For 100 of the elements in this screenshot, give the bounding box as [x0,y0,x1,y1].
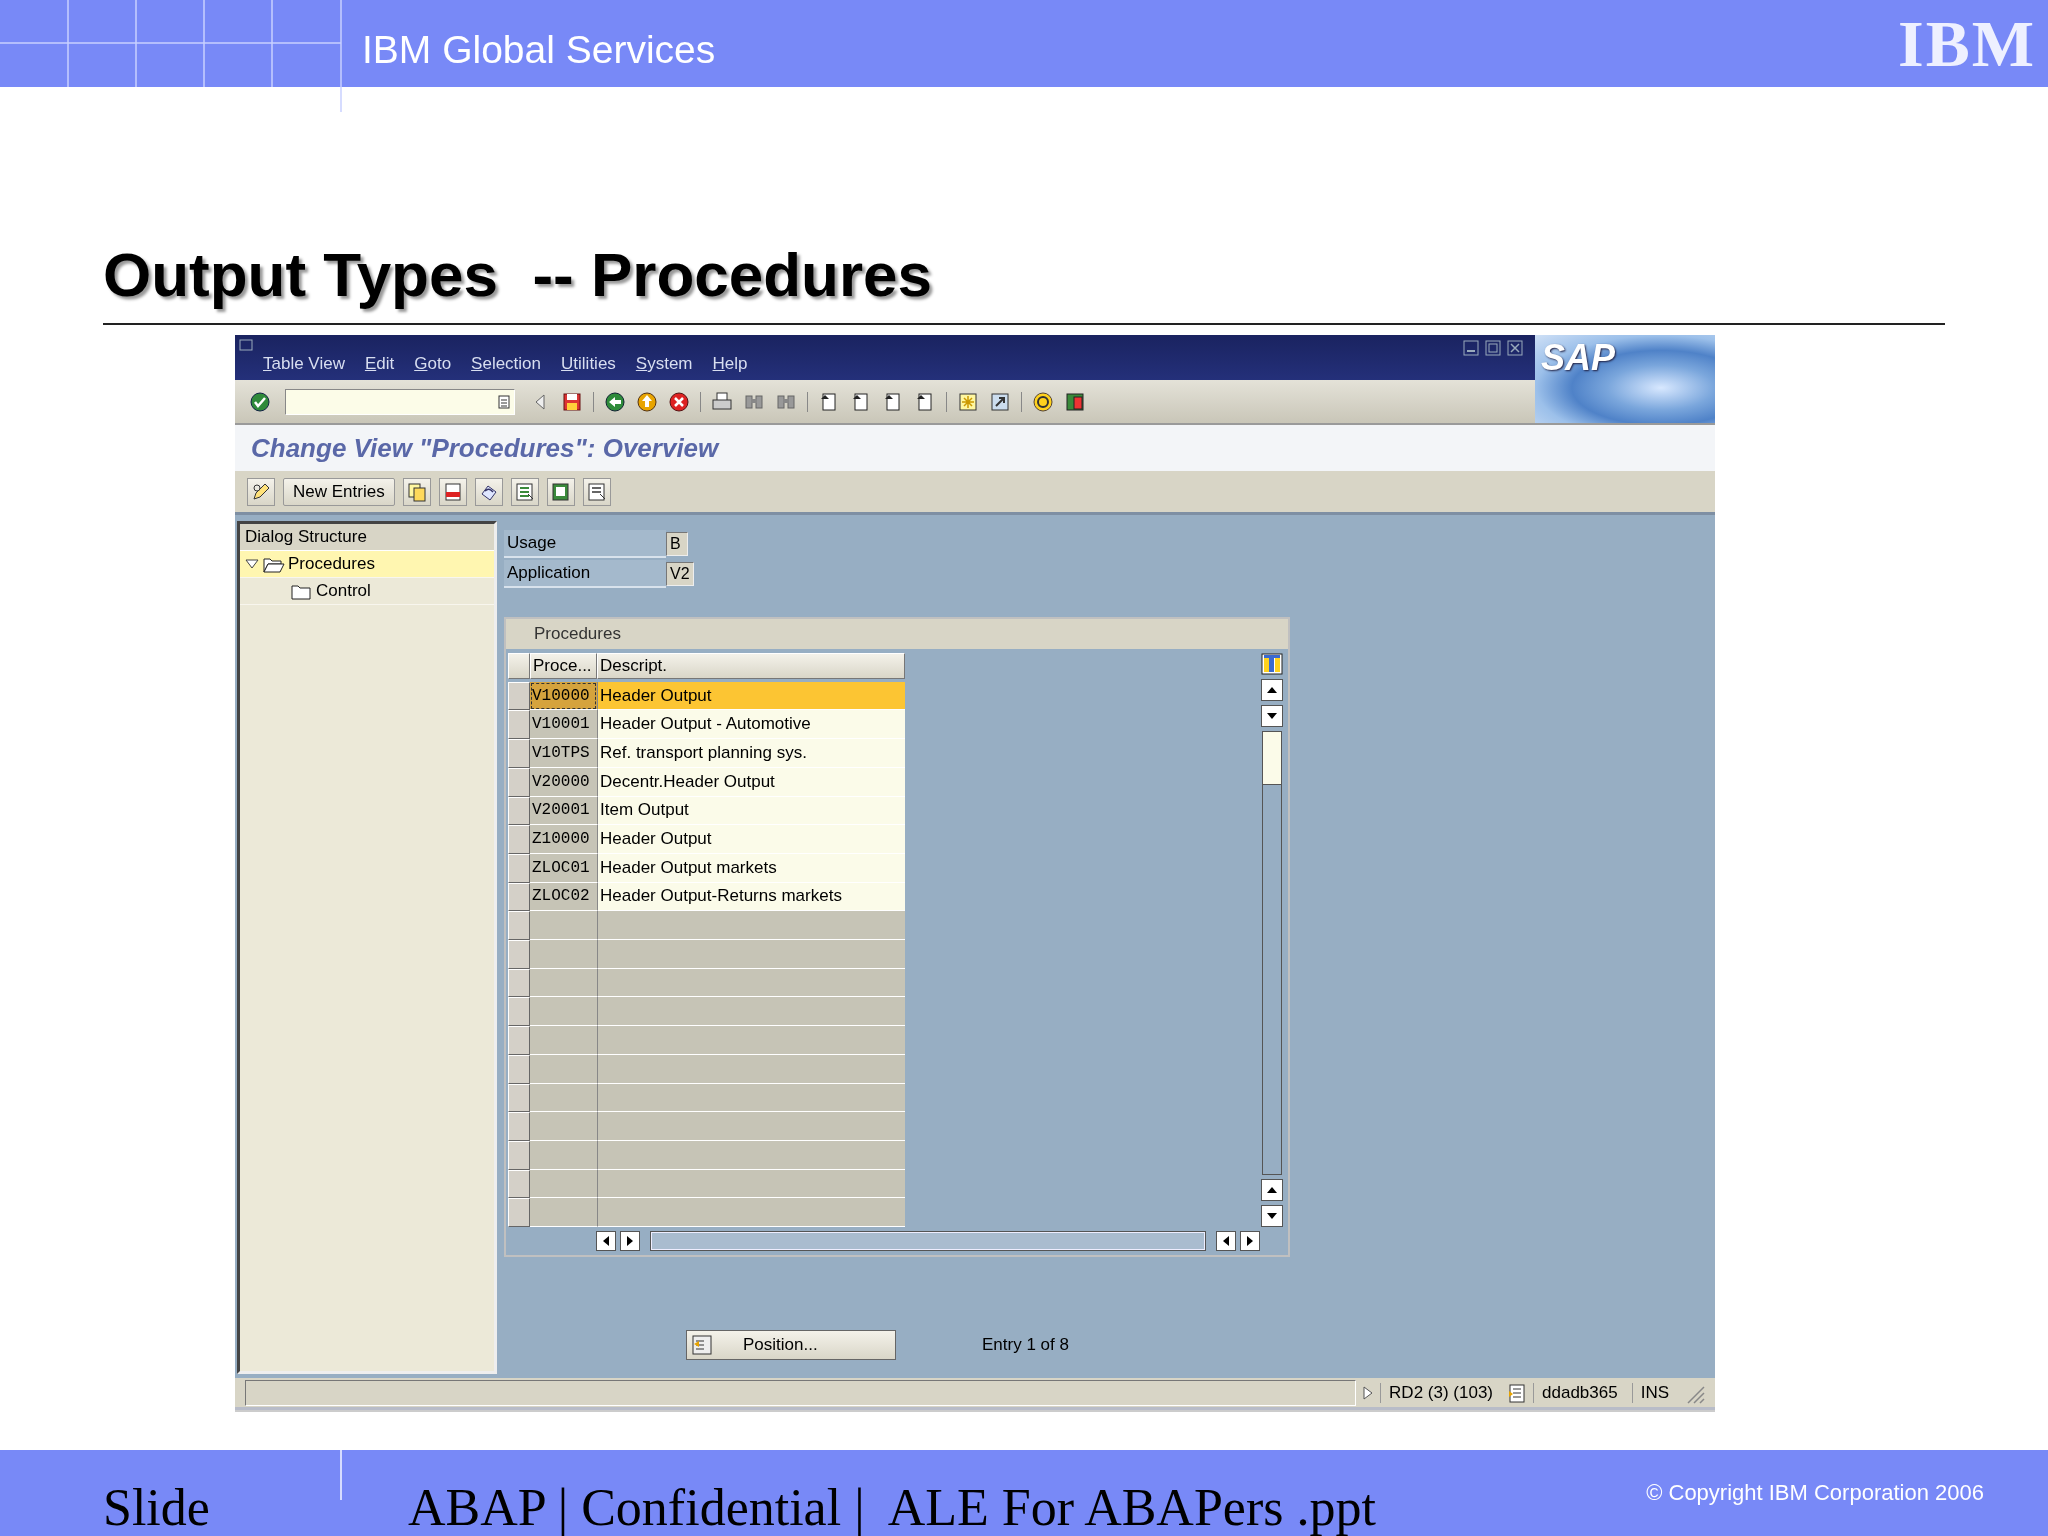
session-info-icon[interactable] [1507,1382,1527,1403]
row-selector[interactable] [508,882,530,912]
menu-item[interactable]: Goto [414,354,452,374]
page-down-button[interactable] [1261,1205,1283,1227]
up-arrow-icon [1266,686,1278,694]
new-entries-button[interactable]: New Entries [283,477,395,506]
row-selector[interactable] [508,853,530,883]
position-button[interactable]: Position... [686,1330,896,1360]
scrollbar-track[interactable] [1262,731,1282,1175]
row-selector[interactable] [508,940,530,969]
table-cell [530,1169,597,1199]
panel-title: Dialog Structure [240,524,494,551]
row-selector[interactable] [508,997,530,1027]
history-icon[interactable] [498,394,510,409]
row-selector[interactable] [508,1198,530,1228]
scrollbar[interactable] [650,1231,1206,1251]
menu-item[interactable]: Utilities [561,354,616,374]
layout-icon[interactable] [1064,390,1086,413]
row-selector[interactable] [508,1112,530,1141]
menu-item[interactable]: Table View [263,354,345,374]
scroll-left-button[interactable] [596,1231,616,1251]
menu-item[interactable]: Selection [471,354,542,374]
copy-button[interactable] [402,477,431,506]
shortcut-icon[interactable] [989,390,1011,413]
table-cell [530,1054,597,1084]
help-icon[interactable] [1032,390,1054,413]
scrollbar-thumb[interactable] [1263,732,1281,785]
row-selector[interactable] [508,796,530,826]
scroll-up-button[interactable] [1261,679,1283,701]
table-cell [530,1026,597,1055]
table-settings-icon[interactable] [1261,653,1283,675]
select-all-cell[interactable] [508,653,530,679]
menu-item[interactable]: Help [712,354,748,374]
table-cell: V20000 [530,767,597,797]
row-selector[interactable] [508,739,530,768]
row-selector[interactable] [508,1169,530,1199]
row-selector[interactable] [508,825,530,854]
close-icon[interactable] [1507,340,1523,356]
minimize-icon[interactable] [1463,340,1479,356]
row-selector[interactable] [508,1054,530,1084]
tree-item[interactable]: Procedures [240,551,494,578]
table-cell: Decentr.Header Output [597,767,905,797]
logo: IBM [1898,6,2036,82]
table-cell: Header Output [597,681,905,711]
select-all-button[interactable] [510,477,539,506]
header-title: IBM Global Services [362,28,716,72]
table-cell [530,940,597,969]
up-arrow-icon [1266,1186,1278,1194]
right-arrow-icon [626,1235,634,1247]
new-session-icon[interactable] [957,390,979,413]
copy-icon [405,480,428,503]
enter-icon[interactable] [249,390,271,413]
delete-button[interactable] [438,477,467,506]
left-arrow-icon [1222,1235,1230,1247]
select-block-button[interactable] [546,477,575,506]
deselect-all-button[interactable] [582,477,611,506]
scroll-right-button[interactable] [1240,1231,1260,1251]
table-cell [530,911,597,941]
table-title: Procedures [506,619,1288,649]
expand-status-icon[interactable] [1362,1384,1375,1401]
column-header[interactable]: Proce... [530,653,597,679]
scroll-left-button[interactable] [1216,1231,1236,1251]
tree-item[interactable]: Control [240,578,494,605]
row-selector[interactable] [508,767,530,797]
menu-item[interactable]: System [635,354,693,374]
row-selector[interactable] [508,710,530,740]
deselect-all-icon [585,480,608,503]
scroll-right-button[interactable] [620,1231,640,1251]
row-selector[interactable] [508,911,530,941]
print-icon[interactable] [711,390,733,413]
page-up-button[interactable] [1261,1179,1283,1201]
display-change-button[interactable] [247,477,275,506]
right-arrow-icon [1246,1235,1254,1247]
window-menu-icon[interactable] [239,339,255,353]
field-value[interactable]: V2 [666,562,694,586]
table-cell [530,1112,597,1141]
row-selector[interactable] [508,968,530,998]
row-selector[interactable] [508,1083,530,1113]
system-info: RD2 (3) (103) [1380,1382,1501,1403]
back-icon[interactable] [604,390,626,413]
table-cell: Header Output markets [597,853,905,883]
menu-item[interactable]: Edit [364,354,395,374]
field-value[interactable]: B [666,532,688,556]
undo-button[interactable] [474,477,503,506]
left-arrow-icon [602,1235,610,1247]
command-field[interactable] [285,388,515,415]
row-selector[interactable] [508,1026,530,1055]
row-selector[interactable] [508,1140,530,1170]
row-selector[interactable] [508,681,530,711]
scroll-down-button[interactable] [1261,705,1283,727]
field-label: Usage [504,530,666,558]
table-cell: ZLOC01 [530,853,597,883]
save-icon[interactable] [561,390,583,413]
table-cell: V10000 [530,681,597,711]
table-cell [530,1198,597,1228]
column-header[interactable]: Descript. [597,653,905,679]
maximize-icon[interactable] [1485,340,1501,356]
exit-icon[interactable] [636,390,658,413]
down-arrow-icon [1266,712,1278,720]
cancel-icon[interactable] [668,390,690,413]
